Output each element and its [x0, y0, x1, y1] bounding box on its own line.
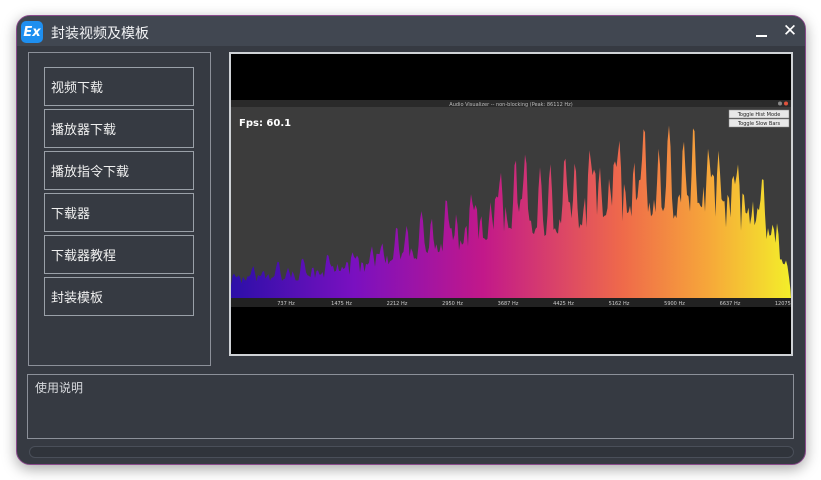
- frequency-label: 5162 Hz: [609, 301, 630, 307]
- frequency-label: 2950 Hz: [442, 301, 463, 307]
- description-label: 使用说明: [35, 381, 84, 395]
- downloader-tutorial-button[interactable]: 下载器教程: [44, 235, 194, 274]
- sidebar: 视频下载 播放器下载 播放指令下载 下载器 下载器教程 封装模板: [28, 52, 211, 366]
- app-logo-icon: Ex: [21, 21, 43, 43]
- title-bar[interactable]: Ex 封装视频及模板 ✕: [17, 16, 805, 46]
- frequency-label: 1475 Hz: [331, 301, 352, 307]
- minimize-icon: [755, 35, 767, 37]
- visualizer-min-icon: [778, 101, 782, 106]
- frequency-label: 6637 Hz: [720, 301, 741, 307]
- package-template-button[interactable]: 封装模板: [44, 277, 194, 316]
- play-command-download-button[interactable]: 播放指令下载: [44, 151, 194, 190]
- video-frame: Audio Visualizer -- non-blocking (Peak: …: [231, 54, 791, 354]
- visualizer-title: Audio Visualizer -- non-blocking (Peak: …: [449, 102, 572, 108]
- frequency-label: 2212 Hz: [387, 301, 408, 307]
- progress-bar: [29, 446, 794, 458]
- description-panel[interactable]: 使用说明: [27, 374, 794, 439]
- player-download-button[interactable]: 播放器下载: [44, 109, 194, 148]
- minimize-button[interactable]: [750, 20, 772, 42]
- frequency-label: 3687 Hz: [498, 301, 519, 307]
- close-icon: ✕: [782, 21, 798, 41]
- video-download-button[interactable]: 视频下载: [44, 67, 194, 106]
- toggle-hist-mode-label: Toggle Hist Mode: [737, 112, 781, 118]
- close-button[interactable]: ✕: [779, 20, 801, 42]
- toggle-slow-bars-label: Toggle Slow Bars: [737, 121, 781, 127]
- downloader-button[interactable]: 下载器: [44, 193, 194, 232]
- video-preview[interactable]: Audio Visualizer -- non-blocking (Peak: …: [229, 52, 793, 356]
- frequency-label: 12075 H: [775, 301, 791, 307]
- frequency-label: 737 Hz: [277, 301, 295, 307]
- frequency-label: 5900 Hz: [664, 301, 685, 307]
- window-title: 封装视频及模板: [51, 26, 149, 42]
- visualizer-close-icon: [784, 101, 788, 106]
- visualizer-screenshot: Audio Visualizer -- non-blocking (Peak: …: [231, 100, 791, 307]
- app-window: Ex 封装视频及模板 ✕ 视频下载 播放器下载 播放指令下载 下载器 下载器教程…: [16, 15, 806, 465]
- fps-readout: Fps: 60.1: [239, 118, 291, 129]
- frequency-label: 4425 Hz: [553, 301, 574, 307]
